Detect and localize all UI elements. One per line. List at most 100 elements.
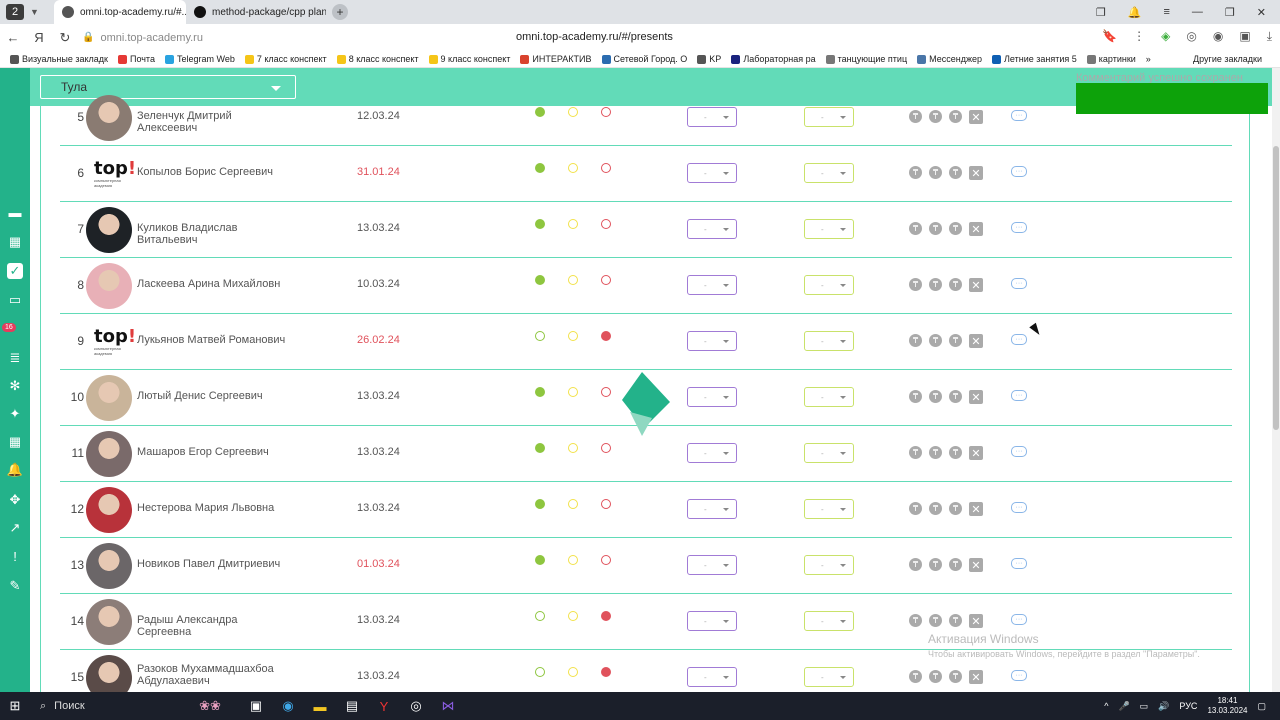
briefcase-icon[interactable]: ▬ — [7, 204, 23, 220]
download-icon[interactable]: ⤓ — [1267, 29, 1272, 44]
grade-select[interactable]: - — [687, 611, 737, 631]
coin-award-icon[interactable]: ₸ — [949, 334, 962, 347]
attendance-filled-green-dot[interactable] — [535, 107, 545, 117]
attendance-hollow-red-dot[interactable] — [601, 499, 611, 509]
bookmark-item[interactable]: 8 класс конспект — [336, 54, 419, 64]
grade-select[interactable]: - — [687, 219, 737, 239]
taskbar-clock[interactable]: 18:41 13.03.2024 — [1207, 696, 1247, 716]
bookmark-item[interactable]: 9 класс конспект — [428, 54, 510, 64]
attendance-check-icon[interactable]: ✓ — [7, 263, 23, 279]
grade-select[interactable]: - — [687, 667, 737, 687]
attendance-hollow-yellow-dot[interactable] — [568, 387, 578, 397]
coin-award-icon[interactable]: ₸ — [949, 502, 962, 515]
student-name[interactable]: Куликов Владислав Витальевич — [137, 222, 287, 246]
grade-select[interactable]: - — [687, 163, 737, 183]
bookmark-item[interactable]: Лабораторная ра — [731, 54, 816, 64]
coin-award-icon[interactable]: ₸ — [929, 446, 942, 459]
coin-award-icon[interactable]: ₸ — [929, 166, 942, 179]
bell-icon[interactable]: 🔔 — [7, 462, 23, 478]
comment-chat-icon[interactable]: ··· — [1011, 614, 1027, 625]
homework-grade-select[interactable]: - — [804, 387, 854, 407]
attendance-filled-red-dot[interactable] — [601, 331, 611, 341]
volume-icon[interactable]: 🔊 — [1158, 701, 1169, 712]
coin-award-icon[interactable]: ₸ — [949, 614, 962, 627]
more-icon[interactable]: ⋮ — [1133, 29, 1145, 44]
yandex-browser-icon[interactable]: Y — [368, 699, 400, 714]
coin-award-icon[interactable]: ₸ — [929, 278, 942, 291]
comment-chat-icon[interactable]: ··· — [1011, 390, 1027, 401]
notifications-icon[interactable]: 🔔 — [1128, 6, 1142, 19]
attendance-hollow-red-dot[interactable] — [601, 275, 611, 285]
taskbar-search[interactable]: ⌕ Поиск — [30, 692, 180, 720]
attendance-hollow-red-dot[interactable] — [601, 555, 611, 565]
bookmark-item[interactable]: ИНТЕРАКТИВ — [520, 54, 592, 64]
close-window-icon[interactable]: ✕ — [1257, 6, 1266, 19]
attendance-hollow-green-dot[interactable] — [535, 331, 545, 341]
attendance-filled-green-dot[interactable] — [535, 219, 545, 229]
student-avatar[interactable] — [86, 207, 132, 253]
bookmark-icon[interactable]: 🔖 — [1102, 29, 1117, 44]
attendance-filled-green-dot[interactable] — [535, 555, 545, 565]
student-name[interactable]: Радыш Александра Сергеевна — [137, 614, 287, 638]
bookmark-item[interactable]: Почта — [117, 54, 155, 64]
shield-icon[interactable]: ◈ — [1161, 29, 1170, 44]
coin-award-icon[interactable]: ₸ — [909, 222, 922, 235]
comment-chat-icon[interactable]: ··· — [1011, 110, 1027, 121]
extension-icon[interactable]: ◉ — [1213, 29, 1223, 44]
coin-award-icon[interactable]: ₸ — [929, 110, 942, 123]
coin-award-icon[interactable]: ₸ — [929, 222, 942, 235]
homework-grade-select[interactable]: - — [804, 667, 854, 687]
attendance-filled-green-dot[interactable] — [535, 387, 545, 397]
coin-award-icon[interactable]: ₸ — [929, 670, 942, 683]
attendance-filled-red-dot[interactable] — [601, 611, 611, 621]
bookmark-item[interactable]: Сетевой Город. О — [601, 54, 687, 64]
mic-icon[interactable]: 🎤 — [1118, 701, 1129, 712]
tab-omni[interactable]: omni.top-academy.ru/#... ✕ — [54, 0, 186, 24]
comment-chat-icon[interactable]: ··· — [1011, 670, 1027, 681]
coin-award-icon[interactable]: ₸ — [909, 390, 922, 403]
attendance-hollow-yellow-dot[interactable] — [568, 611, 578, 621]
coin-award-icon[interactable]: ₸ — [929, 614, 942, 627]
comment-chat-icon[interactable]: ··· — [1011, 334, 1027, 345]
grade-select[interactable]: - — [687, 555, 737, 575]
clear-x-icon[interactable]: ✕ — [969, 334, 983, 348]
folder-icon[interactable]: ▬ — [304, 699, 336, 714]
attendance-hollow-red-dot[interactable] — [601, 387, 611, 397]
coin-award-icon[interactable]: ₸ — [929, 502, 942, 515]
coin-award-icon[interactable]: ₸ — [949, 166, 962, 179]
student-name[interactable]: Копылов Борис Сергеевич — [137, 166, 287, 178]
attendance-hollow-red-dot[interactable] — [601, 163, 611, 173]
minimize-icon[interactable]: — — [1192, 6, 1203, 19]
coin-award-icon[interactable]: ₸ — [909, 334, 922, 347]
clear-x-icon[interactable]: ✕ — [969, 110, 983, 124]
attendance-filled-green-dot[interactable] — [535, 443, 545, 453]
clear-x-icon[interactable]: ✕ — [969, 670, 983, 684]
grade-select[interactable]: - — [687, 387, 737, 407]
comment-chat-icon[interactable]: ··· — [1011, 222, 1027, 233]
homework-grade-select[interactable]: - — [804, 275, 854, 295]
grade-select[interactable]: - — [687, 443, 737, 463]
student-name[interactable]: Новиков Павел Дмитриевич — [137, 558, 287, 570]
coin-award-icon[interactable]: ₸ — [949, 110, 962, 123]
comment-chat-icon[interactable]: ··· — [1011, 446, 1027, 457]
coin-award-icon[interactable]: ₸ — [909, 558, 922, 571]
clear-x-icon[interactable]: ✕ — [969, 614, 983, 628]
attendance-hollow-yellow-dot[interactable] — [568, 163, 578, 173]
coin-award-icon[interactable]: ₸ — [909, 110, 922, 123]
student-name[interactable]: Разоков Мухаммадшахбоа Абдулахаевич — [137, 663, 287, 687]
tab-list-chevron-icon[interactable]: ▼ — [30, 7, 44, 17]
coin-award-icon[interactable]: ₸ — [909, 502, 922, 515]
address-domain[interactable]: omni.top-academy.ru — [100, 32, 203, 44]
coin-award-icon[interactable]: ₸ — [949, 670, 962, 683]
bookmark-manager-icon[interactable]: ❐ — [1096, 6, 1106, 19]
attendance-hollow-green-dot[interactable] — [535, 611, 545, 621]
student-avatar[interactable] — [86, 263, 132, 309]
comment-chat-icon[interactable]: ··· — [1011, 166, 1027, 177]
stats-chart-icon[interactable]: ↗ — [7, 520, 23, 536]
homework-grade-select[interactable]: - — [804, 163, 854, 183]
tray-up-chevron-icon[interactable]: ^ — [1104, 701, 1108, 711]
bookmark-item[interactable]: Визуальные закладк — [10, 54, 108, 64]
coin-award-icon[interactable]: ₸ — [909, 166, 922, 179]
comment-chat-icon[interactable]: ··· — [1011, 502, 1027, 513]
attendance-hollow-yellow-dot[interactable] — [568, 667, 578, 677]
